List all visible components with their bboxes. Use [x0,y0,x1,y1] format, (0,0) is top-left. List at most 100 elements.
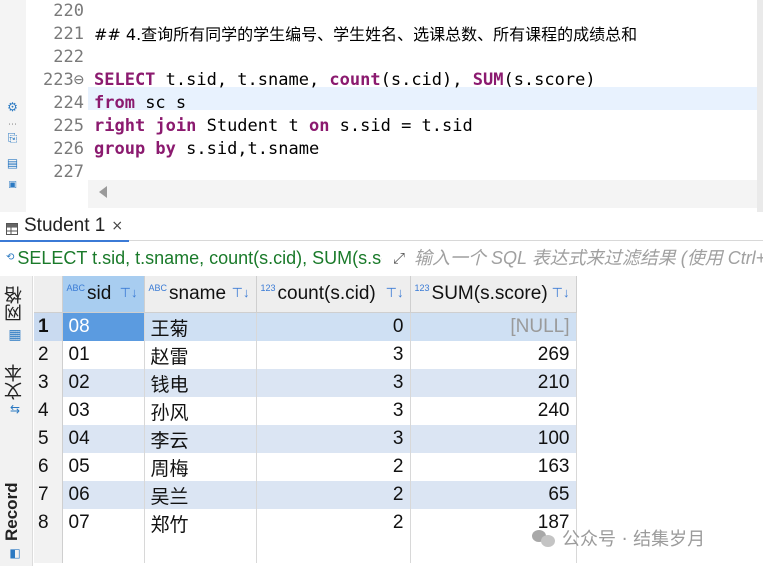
code-text: (s.score) [503,70,596,90]
row-number[interactable]: 6 [34,453,63,481]
cell-count[interactable]: 0 [256,312,411,341]
column-type-icon: 123 [414,283,430,293]
cell-count[interactable]: 2 [256,509,411,537]
cell-sname[interactable]: 李云 [144,425,257,453]
cell-sid[interactable]: 03 [62,397,145,425]
sql-keyword: SELECT [94,70,156,90]
result-tab-bar: Student 1 × [0,212,763,242]
results-grid[interactable]: ABC sid ⊤↓ ABC sname ⊤↓ 123 count(s.cid) ⊤↓ 123 SU… [34,276,763,566]
record-view-tab[interactable]: Record [2,476,30,548]
row-number[interactable]: 7 [34,481,63,509]
cell-count[interactable]: 2 [256,453,411,481]
export-icon[interactable]: ⎘ [5,131,20,146]
code-line[interactable]: ## 4.查询所有同学的学生编号、学生姓名、选课总数、所有课程的成绩总和 [94,23,637,46]
line-number: 226 [53,139,84,159]
text-icon[interactable]: ⇆ [6,400,24,418]
cell-sum[interactable]: 100 [410,425,577,453]
column-type-icon: ABC [148,283,168,293]
sql-editor[interactable]: ⚙ ⋯ ⎘ ▤ ▣ 220 221 222 223⊖ 224 225 226 227 ## 4… [0,0,763,212]
gear-icon[interactable]: ⚙ [5,100,20,115]
grid-view-tab[interactable]: 网格 [2,282,30,326]
column-filter-icon[interactable]: ⊤↓ [552,285,570,301]
record-icon[interactable]: ◧ [6,544,24,562]
cell-sname[interactable]: 孙风 [144,397,257,425]
cell-count[interactable]: 2 [256,481,411,509]
cell-sname[interactable]: 郑竹 [144,509,257,537]
table-row[interactable]: 7 06 吴兰 2 65 [34,481,577,509]
column-header-count-s-cid[interactable]: 123 count(s.cid) ⊤↓ [256,276,411,313]
grid-icon[interactable]: ▦ [6,326,24,344]
cell-sum[interactable]: 163 [410,453,577,481]
cell-sum[interactable]: 65 [410,481,577,509]
cell-sname[interactable]: 钱电 [144,369,257,397]
column-filter-icon[interactable]: ⊤↓ [386,285,404,301]
line-number: 224 [53,93,84,113]
row-number[interactable]: 2 [34,341,63,369]
column-name: SUM(s.score) [431,283,548,304]
editor-horizontal-scrollbar[interactable] [88,180,763,208]
sql-file-icon[interactable]: ▣ [5,178,20,193]
cell-sname[interactable]: 吴兰 [144,481,257,509]
grid-corner[interactable] [34,276,63,313]
filter-bar: ⟲ SELECT t.sid, t.sname, count(s.cid), SU… [0,242,763,274]
column-filter-icon[interactable]: ⊤↓ [232,285,250,301]
close-icon[interactable]: × [111,218,123,234]
query-text[interactable]: ⟲ SELECT t.sid, t.sname, count(s.cid), SU… [6,244,382,272]
cell-sname[interactable]: 赵雷 [144,341,257,369]
table-row[interactable]: 8 07 郑竹 2 187 [34,509,577,537]
sql-keyword: right join [94,116,197,136]
table-row[interactable]: 1 08 王菊 0 [NULL] [34,312,577,341]
cell-sum[interactable]: 269 [410,341,577,369]
text-view-tab[interactable]: 文本 [2,360,30,404]
cell-sid[interactable]: 07 [62,509,145,537]
column-filter-icon[interactable]: ⊤↓ [120,285,138,301]
cell-count[interactable]: 3 [256,397,411,425]
line-number: 222 [53,47,84,67]
filter-input[interactable] [412,244,763,272]
cell-count[interactable]: 3 [256,369,411,397]
error-file-icon[interactable]: ▤ [5,156,20,171]
code-line[interactable]: right join Student t on s.sid = t.sid [94,115,473,138]
cell-sum[interactable]: 240 [410,397,577,425]
column-type-icon: 123 [260,283,276,293]
row-number[interactable]: 3 [34,369,63,397]
scroll-left-arrow-icon[interactable] [99,186,107,198]
column-header-sname[interactable]: ABC sname ⊤↓ [144,276,257,313]
table-row[interactable]: 3 02 钱电 3 210 [34,369,577,397]
row-number[interactable]: 4 [34,397,63,425]
editor-vertical-scrollbar[interactable] [757,0,763,212]
cell-sid[interactable]: 01 [62,341,145,369]
code-text: (s.cid), [380,70,473,90]
cell-sname[interactable]: 周梅 [144,453,257,481]
cell-sid[interactable]: 02 [62,369,145,397]
cell-count[interactable]: 3 [256,341,411,369]
cell-sid[interactable]: 06 [62,481,145,509]
table-row[interactable]: 2 01 赵雷 3 269 [34,341,577,369]
row-number[interactable]: 5 [34,425,63,453]
code-text: sc s [134,93,187,113]
line-number: 225 [53,116,84,136]
table-row[interactable]: 5 04 李云 3 100 [34,425,577,453]
column-type-icon: ABC [66,283,86,293]
cell-sname[interactable]: 王菊 [144,312,257,341]
cell-sid[interactable]: 04 [62,425,145,453]
code-line[interactable]: from sc s [94,92,186,115]
cell-sid[interactable]: 08 [62,312,145,341]
tab-result-student[interactable]: Student 1 × [0,212,130,242]
code-line[interactable]: group by s.sid,t.sname [94,138,319,161]
code-line[interactable]: SELECT t.sid, t.sname, count(s.cid), SUM… [94,69,596,92]
row-number[interactable]: 8 [34,509,63,537]
empty-row [34,537,577,563]
cell-sum[interactable]: 210 [410,369,577,397]
column-header-sid[interactable]: ABC sid ⊤↓ [62,276,145,313]
row-number[interactable]: 1 [34,312,63,341]
cell-sid[interactable]: 05 [62,453,145,481]
cell-count[interactable]: 3 [256,425,411,453]
table-row[interactable]: 6 05 周梅 2 163 [34,453,577,481]
watermark: 公众号 · 结集岁月 [532,524,757,552]
expand-icon[interactable]: ⤢ [389,248,409,268]
result-side-toolbar: 网格 ▦ 文本 ⇆ Record ◧ [0,276,33,566]
cell-sum[interactable]: [NULL] [410,312,577,341]
column-header-sum-s-score[interactable]: 123 SUM(s.score) ⊤↓ [410,276,577,313]
table-row[interactable]: 4 03 孙风 3 240 [34,397,577,425]
